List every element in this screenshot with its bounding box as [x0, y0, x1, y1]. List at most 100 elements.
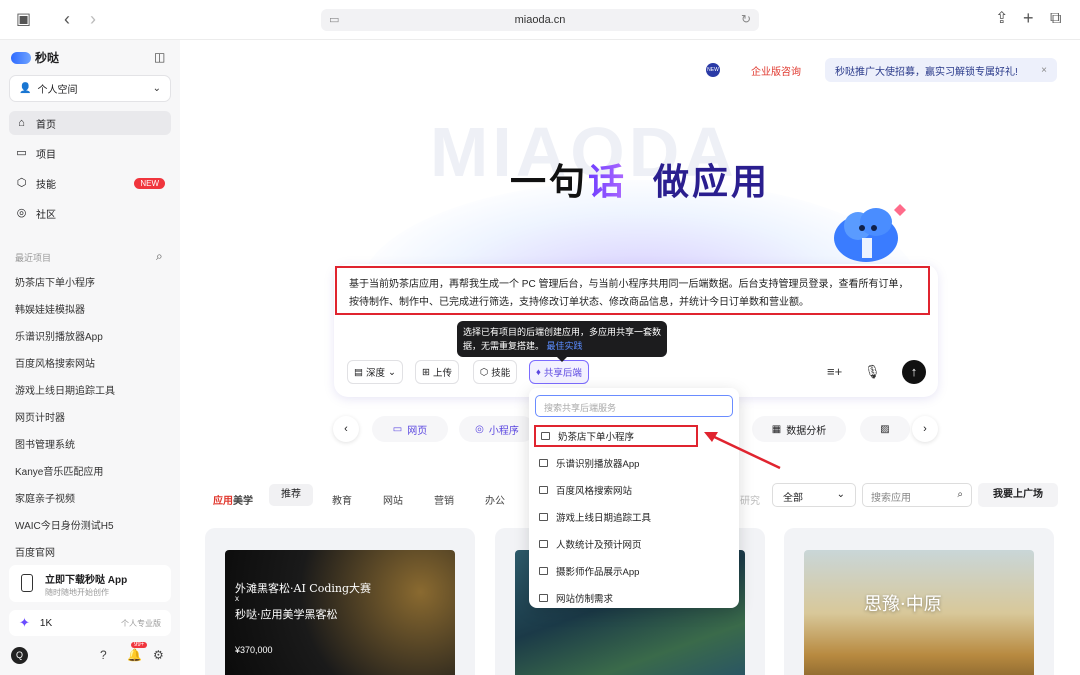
- gallery-card[interactable]: 思豫·中原: [784, 528, 1054, 675]
- recent-item[interactable]: WAIC今日身份测试H5: [15, 517, 114, 532]
- shared-backend-button[interactable]: ♦ 共享后端: [529, 360, 589, 384]
- pro-plan-card[interactable]: ✦ 1K 个人专业版: [9, 610, 171, 636]
- recent-item[interactable]: 图书管理系统: [15, 436, 75, 451]
- card-image: 思豫·中原: [804, 550, 1034, 675]
- skill-button[interactable]: ⬡ 技能: [473, 360, 518, 384]
- gallery-card[interactable]: 外滩黑客松·AI Coding大赛 x 秒哒·应用美学黑客松 ¥370,000: [205, 528, 475, 675]
- backend-option[interactable]: 百度风格搜索网站: [534, 479, 734, 501]
- collapse-sidebar-icon[interactable]: ◫: [154, 50, 165, 64]
- address-bar[interactable]: ▭ miaoda.cn ↻: [321, 9, 759, 31]
- recent-item[interactable]: 百度官网: [15, 544, 55, 559]
- search-icon[interactable]: ⌕: [156, 249, 163, 264]
- hero-part3: 做应用: [653, 161, 771, 202]
- recent-item[interactable]: 奶茶店下单小程序: [15, 274, 95, 289]
- plaza-button[interactable]: 我要上广场: [978, 483, 1058, 507]
- user-icon: 👤: [19, 83, 32, 94]
- home-icon: ⌂: [18, 116, 25, 129]
- upload-button[interactable]: ⊞ 上传: [415, 360, 459, 384]
- recent-title: 最近项目: [15, 253, 52, 263]
- promo-banner[interactable]: 秒哒推广大使招募，赢实习解锁专属好礼! ×: [825, 58, 1057, 82]
- filter-select[interactable]: 全部 ⌄: [772, 483, 856, 507]
- workspace-selector[interactable]: 👤 个人空间 ⌄: [9, 75, 171, 102]
- download-app-card[interactable]: 立即下载秒哒 App 随时随地开始创作: [9, 565, 171, 602]
- prompt-input[interactable]: 基于当前奶茶店应用，再帮我生成一个 PC 管理后台，与当前小程序共用同一后端数据…: [335, 266, 930, 315]
- gallery-label-2: 美学: [233, 496, 253, 507]
- sidebar: 秒哒 ◫ 👤 个人空间 ⌄ ⌂ 首页 ▭ 项目 ⬡ 技能 NEW ◎ 社区 最近…: [0, 40, 180, 675]
- recent-item[interactable]: 家庭亲子视频: [15, 490, 75, 505]
- chips-next-icon[interactable]: ›: [912, 416, 938, 442]
- upload-label: 上传: [432, 368, 452, 379]
- new-badge-icon[interactable]: NEW: [706, 63, 720, 77]
- logo-icon: [11, 51, 31, 64]
- tab-education[interactable]: 教育: [332, 492, 352, 507]
- workspace-label: 个人空间: [37, 85, 78, 96]
- backend-option[interactable]: 奶茶店下单小程序: [534, 425, 698, 447]
- backend-option[interactable]: 游戏上线日期追踪工具: [534, 506, 734, 528]
- card-subtitle: 秒哒·应用美学黑客松: [235, 608, 338, 621]
- avatar[interactable]: Q: [11, 647, 28, 664]
- recent-item[interactable]: 韩娱娃娃模拟器: [15, 301, 85, 316]
- tabs-overview-icon[interactable]: ⧉: [1050, 11, 1061, 27]
- tab-marketing[interactable]: 营销: [434, 492, 454, 507]
- microphone-icon[interactable]: 🎙: [864, 364, 881, 380]
- settings-icon[interactable]: ⚙: [153, 648, 164, 662]
- image-icon: ▨: [880, 423, 890, 435]
- nav-label: 项目: [36, 149, 56, 161]
- add-list-icon[interactable]: ≡+: [827, 364, 842, 379]
- close-icon[interactable]: ×: [1041, 65, 1047, 76]
- tooltip-arrow: [557, 357, 567, 362]
- option-label: 游戏上线日期追踪工具: [556, 513, 652, 524]
- recent-item[interactable]: Kanye音乐匹配应用: [15, 463, 103, 478]
- sidebar-toggle-icon[interactable]: ▣: [16, 12, 31, 28]
- option-label: 网站仿制需求: [556, 594, 614, 605]
- enterprise-link[interactable]: 企业版咨询: [751, 63, 801, 78]
- depth-button[interactable]: ▤ 深度 ⌄: [347, 360, 403, 384]
- tab-office[interactable]: 办公: [485, 492, 505, 507]
- gallery-label-1: 应用: [213, 496, 233, 507]
- chips-prev-icon[interactable]: ‹: [333, 416, 359, 442]
- nav-home[interactable]: ⌂ 首页: [9, 111, 171, 135]
- tab-recommend[interactable]: 推荐: [269, 484, 313, 506]
- help-icon[interactable]: ?: [100, 648, 107, 662]
- hero-title: 一句话 做应用: [510, 153, 770, 205]
- option-label: 奶茶店下单小程序: [558, 432, 635, 443]
- back-icon[interactable]: ‹: [64, 10, 70, 28]
- recent-item[interactable]: 网页计时器: [15, 409, 65, 424]
- backend-option[interactable]: 人数统计及预计网页: [534, 533, 734, 555]
- tab-website[interactable]: 网站: [383, 492, 403, 507]
- send-button[interactable]: ↑: [902, 360, 926, 384]
- share-icon[interactable]: ⇪: [995, 11, 1008, 27]
- recent-item[interactable]: 乐谱识别播放器App: [15, 328, 103, 343]
- chip-label: 数据分析: [786, 425, 827, 437]
- card-title: 外滩黑客松·AI Coding大赛: [235, 582, 372, 595]
- new-tab-icon[interactable]: +: [1023, 9, 1034, 27]
- bell-icon[interactable]: 🔔: [127, 648, 142, 662]
- chip-image[interactable]: ▨: [860, 416, 910, 442]
- backend-option[interactable]: 摄影师作品展示App: [534, 560, 734, 582]
- nav-label: 社区: [36, 209, 56, 221]
- backend-option[interactable]: 网站仿制需求: [534, 587, 734, 609]
- app-search-placeholder: 搜索应用: [871, 493, 911, 504]
- sparkle-icon: ✦: [19, 615, 30, 630]
- nav-community[interactable]: ◎ 社区: [9, 201, 171, 225]
- app-icon: [539, 567, 548, 575]
- reload-icon[interactable]: ↻: [741, 12, 751, 26]
- recent-item[interactable]: 百度风格搜索网站: [15, 355, 95, 370]
- chip-web[interactable]: ▭ 网页: [372, 416, 448, 442]
- nav-label: 首页: [36, 119, 56, 131]
- brand-logo[interactable]: 秒哒: [11, 49, 59, 66]
- option-label: 摄影师作品展示App: [556, 567, 640, 578]
- recent-item[interactable]: 游戏上线日期追踪工具: [15, 382, 115, 397]
- chip-mini-program[interactable]: ◎ 小程序: [459, 416, 535, 442]
- filter-value: 全部: [783, 493, 803, 504]
- best-practice-link[interactable]: 最佳实践: [547, 341, 583, 351]
- app-search-input[interactable]: 搜索应用 ⌕: [862, 483, 972, 507]
- gallery-label: 应用美学: [213, 492, 253, 507]
- tab-research[interactable]: 研究: [740, 492, 760, 507]
- forward-icon[interactable]: ›: [90, 10, 96, 28]
- nav-skills[interactable]: ⬡ 技能 NEW: [9, 171, 171, 195]
- backend-search-input[interactable]: 搜索共享后端服务: [535, 395, 733, 417]
- app-icon: [539, 594, 548, 602]
- mini-program-icon: ◎: [475, 423, 484, 435]
- nav-projects[interactable]: ▭ 项目: [9, 141, 171, 165]
